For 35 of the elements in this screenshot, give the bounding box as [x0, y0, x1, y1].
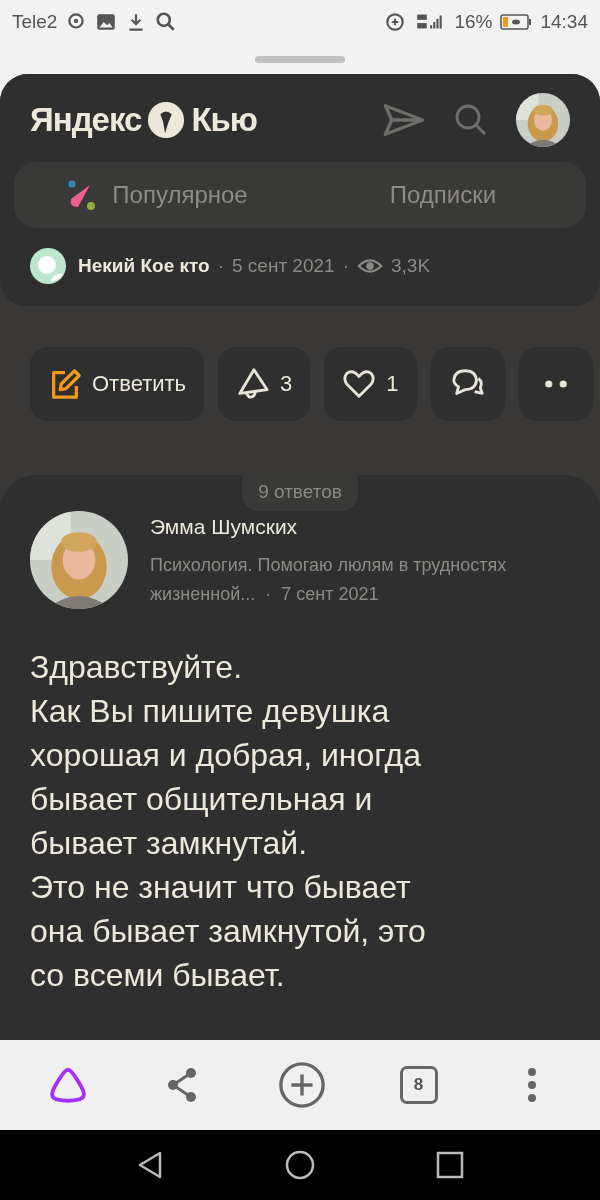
user-avatar-icon	[30, 248, 66, 284]
reply-button[interactable]: Ответить	[30, 347, 205, 421]
recents-icon[interactable]	[435, 1150, 465, 1180]
like-button[interactable]: 1	[324, 347, 417, 421]
logo-icon	[147, 101, 186, 139]
logo-text: Кью	[191, 101, 257, 139]
sheet-handle[interactable]	[255, 55, 345, 63]
author-name[interactable]: Некий Кое кто	[78, 255, 210, 277]
answers-count: 9 ответов	[242, 475, 358, 511]
author-name[interactable]: Эмма Шумских	[150, 515, 520, 539]
megaphone-icon	[236, 367, 271, 401]
tabs-button[interactable]: 8	[399, 1066, 438, 1104]
home-icon[interactable]	[285, 1150, 315, 1180]
battery-percent: 16%	[454, 11, 493, 33]
new-tab-icon[interactable]	[278, 1061, 326, 1109]
send-icon[interactable]	[382, 101, 426, 139]
battery-icon	[500, 11, 533, 33]
search-icon[interactable]	[454, 103, 488, 137]
separator-dot: ·	[217, 255, 224, 277]
clock: 14:34	[540, 11, 588, 33]
data-saver-icon	[384, 11, 407, 33]
image-icon	[95, 11, 118, 33]
boost-button[interactable]: 3	[218, 347, 311, 421]
carrier-name: Tele2	[12, 11, 58, 33]
author-byline: Психология. Помогаю люлям в трудностях жизненной... · 7 сент 2021	[150, 554, 508, 606]
heart-icon	[342, 367, 377, 401]
more-icon	[543, 379, 568, 389]
eye-icon	[356, 256, 383, 276]
logo-text: Яндекс	[30, 101, 142, 139]
search-icon	[155, 11, 178, 33]
view-count: 3,3K	[390, 255, 431, 277]
answer-text: Здравствуйте. Как Вы пишите девушка хорошая и добрая, иногда бывает общительная и бывает замкнутай. Это не значит что бывает она бывает замкнутой, это со всеми бывает.	[30, 648, 427, 995]
separator-dot: ·	[342, 255, 349, 277]
post-date: 5 сент 2021	[232, 255, 335, 277]
comments-button[interactable]	[430, 347, 505, 421]
